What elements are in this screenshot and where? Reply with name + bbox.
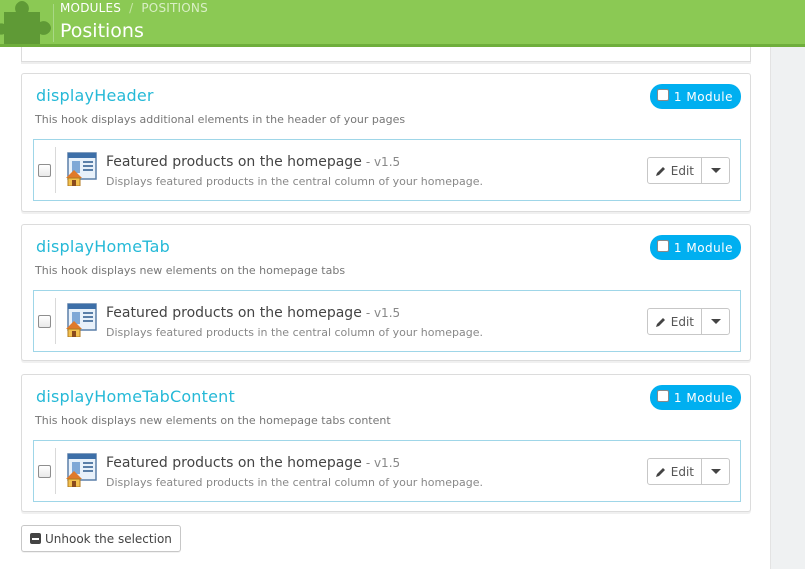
page-title: Positions <box>60 20 144 42</box>
edit-button[interactable]: Edit <box>648 309 702 334</box>
caret-down-icon <box>710 168 721 173</box>
module-count-badge[interactable]: 1 Module <box>649 385 741 410</box>
hook-description: This hook displays additional elements i… <box>35 113 406 126</box>
module-row: Featured products on the homepage - v1.5 … <box>33 440 741 502</box>
module-house-icon <box>66 152 97 186</box>
breadcrumb-separator: / <box>129 1 134 15</box>
page-header: MODULES / POSITIONS Positions <box>0 0 805 47</box>
edit-button-group: Edit <box>646 308 730 335</box>
hook-description: This hook displays new elements on the h… <box>35 264 346 277</box>
hook-description: This hook displays new elements on the h… <box>35 414 391 427</box>
hook-name: displayHomeTab <box>36 237 170 256</box>
hook-panel: displayHomeTabContent 1 Module This hook… <box>21 374 751 512</box>
pencil-icon <box>655 467 665 477</box>
module-checkbox[interactable] <box>38 164 51 177</box>
select-all-checkbox[interactable] <box>656 389 669 402</box>
select-all-checkbox[interactable] <box>656 88 669 101</box>
module-version: - v1.5 <box>365 155 401 169</box>
module-description: Displays featured products in the centra… <box>106 326 483 339</box>
pencil-icon <box>655 317 665 327</box>
drag-handle[interactable] <box>55 448 56 494</box>
hook-name: displayHomeTabContent <box>36 387 235 406</box>
minus-square-icon <box>30 533 41 544</box>
main-content: displayHeader 1 Module This hook display… <box>0 47 771 569</box>
module-checkbox[interactable] <box>38 465 51 478</box>
caret-down-icon <box>710 319 721 324</box>
hook-panel: displayHomeTab 1 Module This hook displa… <box>21 224 751 361</box>
module-description: Displays featured products in the centra… <box>106 175 483 188</box>
previous-hook-panel <box>21 47 751 62</box>
module-description: Displays featured products in the centra… <box>106 476 483 489</box>
edit-dropdown-toggle[interactable] <box>702 459 729 484</box>
edit-dropdown-toggle[interactable] <box>702 309 729 334</box>
module-title: Featured products on the homepage - v1.5 <box>106 455 401 471</box>
drag-handle[interactable] <box>55 298 56 344</box>
puzzle-piece-icon <box>0 1 51 44</box>
module-count-label: 1 Module <box>673 390 733 405</box>
edit-button-group: Edit <box>646 458 730 485</box>
drag-handle[interactable] <box>55 147 56 193</box>
breadcrumb-positions: POSITIONS <box>141 1 208 15</box>
edit-button[interactable]: Edit <box>648 459 702 484</box>
module-version: - v1.5 <box>365 456 401 470</box>
edit-button-group: Edit <box>646 157 730 184</box>
pencil-icon <box>655 166 665 176</box>
edit-label: Edit <box>670 464 694 479</box>
module-count-badge[interactable]: 1 Module <box>649 84 741 109</box>
edit-dropdown-toggle[interactable] <box>702 158 729 183</box>
unhook-selection-button[interactable]: Unhook the selection <box>21 525 181 552</box>
edit-button[interactable]: Edit <box>648 158 702 183</box>
edit-label: Edit <box>670 163 694 178</box>
module-house-icon <box>66 303 97 337</box>
module-title: Featured products on the homepage - v1.5 <box>106 154 401 170</box>
module-house-icon <box>66 453 97 487</box>
breadcrumb-modules[interactable]: MODULES <box>60 1 121 15</box>
module-count-label: 1 Module <box>673 240 733 255</box>
module-title: Featured products on the homepage - v1.5 <box>106 305 401 321</box>
module-row: Featured products on the homepage - v1.5 … <box>33 290 741 352</box>
module-count-badge[interactable]: 1 Module <box>649 235 741 260</box>
select-all-checkbox[interactable] <box>656 239 669 252</box>
breadcrumb: MODULES / POSITIONS <box>60 1 208 15</box>
header-divider <box>53 4 54 42</box>
unhook-label: Unhook the selection <box>45 531 172 546</box>
caret-down-icon <box>710 469 721 474</box>
module-count-label: 1 Module <box>673 89 733 104</box>
hook-panel: displayHeader 1 Module This hook display… <box>21 73 751 212</box>
module-row: Featured products on the homepage - v1.5 … <box>33 139 741 201</box>
module-version: - v1.5 <box>365 306 401 320</box>
edit-label: Edit <box>670 314 694 329</box>
module-checkbox[interactable] <box>38 315 51 328</box>
hook-name: displayHeader <box>36 86 154 105</box>
